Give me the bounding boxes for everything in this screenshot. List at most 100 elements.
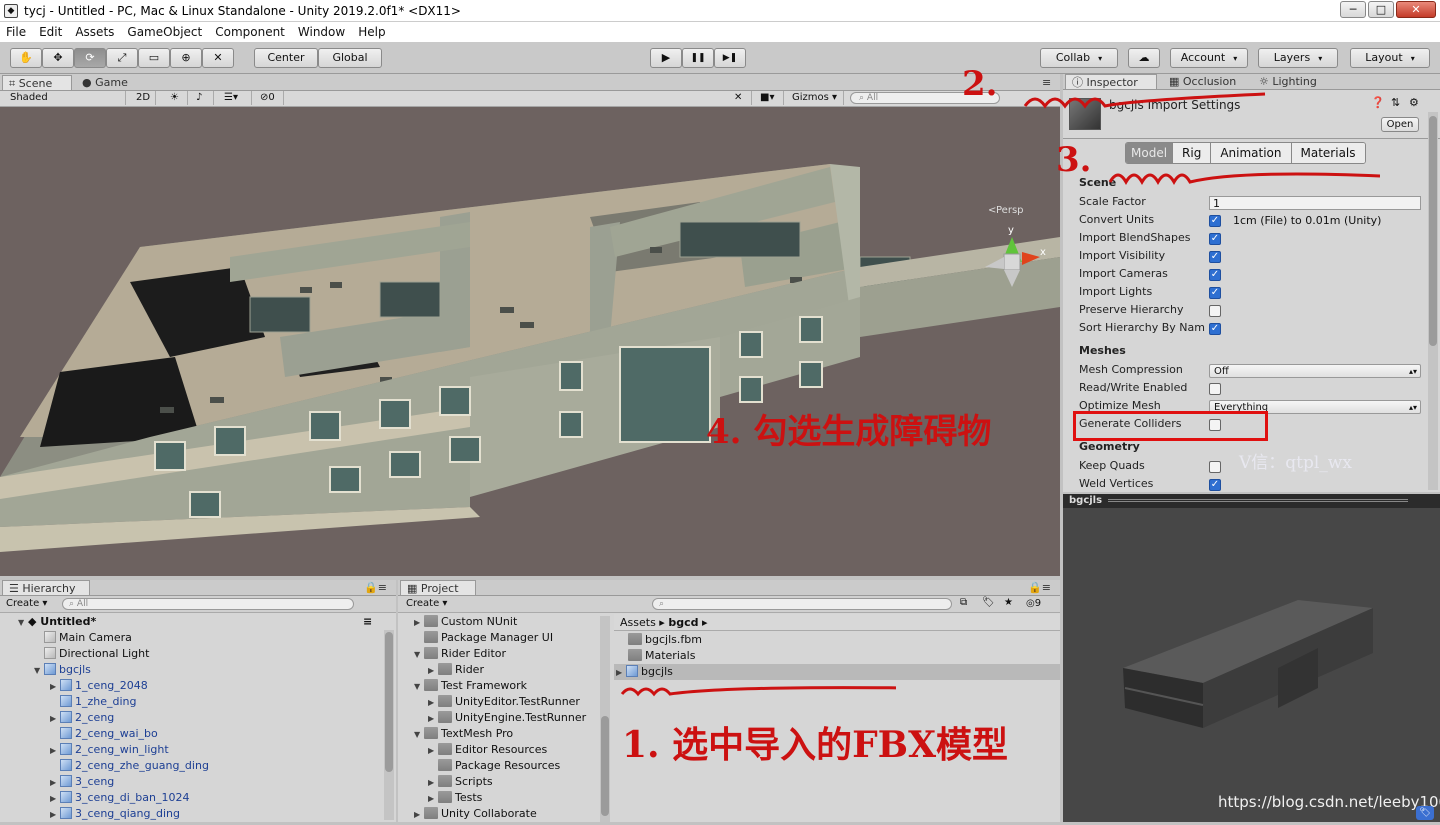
hierarchy-item[interactable]: ▶ 2_ceng [50, 710, 114, 726]
project-folder-item[interactable]: ▶ UnityEditor.TestRunner [428, 694, 580, 710]
gizmos-dropdown[interactable]: Gizmos ▾ [788, 91, 844, 105]
project-folder-item[interactable]: Package Resources [428, 758, 560, 774]
breadcrumb-assets[interactable]: Assets [620, 616, 656, 629]
effects-dropdown-icon[interactable]: ☰▾ [220, 91, 252, 105]
folder-expand-arrow-icon[interactable]: ▶ [428, 711, 438, 727]
hierarchy-item[interactable]: Directional Light [34, 646, 149, 662]
expand-arrow-icon[interactable]: ▶ [50, 743, 60, 759]
transform-tool-icon[interactable]: ⊕ [170, 48, 202, 68]
rect-tool-icon[interactable]: ▭ [138, 48, 170, 68]
menu-assets[interactable]: Assets [75, 25, 114, 39]
project-folder-item[interactable]: ▶ Rider [428, 662, 484, 678]
folder-expand-arrow-icon[interactable]: ▶ [428, 791, 438, 807]
project-folder-item[interactable]: Package Manager UI [414, 630, 553, 646]
import-blendshapes-checkbox[interactable]: ✓ [1209, 233, 1221, 245]
subtab-rig[interactable]: Rig [1173, 143, 1212, 163]
settings-gear-icon[interactable]: ⚙ [1409, 96, 1419, 109]
preset-icon[interactable]: ⇅ [1391, 96, 1400, 109]
camera-settings-icon[interactable]: ■▾ [756, 91, 784, 105]
rotate-tool-icon[interactable]: ⟳ [74, 48, 106, 68]
hierarchy-item[interactable]: ▶ 3_ceng [50, 774, 114, 790]
hidden-packages-count[interactable]: ◎9 [1026, 598, 1041, 609]
tab-hierarchy[interactable]: ☰ Hierarchy [2, 580, 90, 595]
breadcrumb-bgcd[interactable]: bgcd [668, 616, 698, 629]
play-button[interactable]: ▶ [650, 48, 682, 68]
hidden-objects-count[interactable]: ⊘0 [256, 91, 284, 105]
layers-dropdown[interactable]: Layers [1258, 48, 1338, 68]
help-icon[interactable]: ❓ [1371, 96, 1385, 109]
weld-vertices-checkbox[interactable]: ✓ [1209, 479, 1221, 491]
tab-occlusion[interactable]: ▦ Occlusion [1163, 74, 1242, 89]
sort-hierarchy-checkbox[interactable]: ✓ [1209, 323, 1221, 335]
scene-root[interactable]: ▼ ◆ Untitled* ≡ [18, 614, 372, 630]
expand-arrow-icon[interactable]: ▶ [616, 665, 626, 681]
project-file-item[interactable]: ▶ bgcjls [614, 664, 1060, 680]
asset-label-icon[interactable]: 🏷 [1416, 806, 1434, 820]
menu-help[interactable]: Help [358, 25, 385, 39]
hierarchy-item[interactable]: ▶ 2_ceng_win_light [50, 742, 169, 758]
subtab-animation[interactable]: Animation [1211, 143, 1292, 163]
hierarchy-item[interactable]: ▶ 3_ceng_di_ban_1024 [50, 790, 190, 806]
import-lights-checkbox[interactable]: ✓ [1209, 287, 1221, 299]
folder-expand-arrow-icon[interactable]: ▶ [428, 743, 438, 759]
project-folder-item[interactable]: ▶ Editor Resources [428, 742, 547, 758]
project-folder-item[interactable]: ▼ TextMesh Pro [414, 726, 513, 742]
filter-type-icon[interactable]: ⧉ [960, 597, 967, 608]
expand-arrow-icon[interactable]: ▶ [50, 679, 60, 695]
expand-arrow-icon[interactable]: ▶ [50, 775, 60, 791]
panel-menu-icon[interactable]: ≡ [1036, 75, 1057, 90]
folder-expand-arrow-icon[interactable]: ▶ [428, 695, 438, 711]
project-folder-item[interactable]: ▼ Rider Editor [414, 646, 506, 662]
import-cameras-checkbox[interactable]: ✓ [1209, 269, 1221, 281]
expand-arrow-icon[interactable]: ▶ [50, 791, 60, 807]
project-file-item[interactable]: bgcjls.fbm [614, 632, 1060, 648]
hierarchy-create-dropdown[interactable]: Create ▾ [6, 598, 47, 609]
cloud-icon[interactable]: ☁ [1128, 48, 1160, 68]
project-create-dropdown[interactable]: Create ▾ [406, 598, 447, 609]
subtab-materials[interactable]: Materials [1291, 143, 1365, 163]
hierarchy-item[interactable]: 1_zhe_ding [50, 694, 137, 710]
project-folder-item[interactable]: ▶ UnityEngine.TestRunner [428, 710, 586, 726]
menu-component[interactable]: Component [215, 25, 285, 39]
read-write-checkbox[interactable] [1209, 383, 1221, 395]
minimize-button[interactable]: ─ [1340, 1, 1366, 18]
collab-dropdown[interactable]: Collab [1040, 48, 1118, 68]
maximize-button[interactable]: □ [1368, 1, 1394, 18]
tab-scene[interactable]: ⌗ Scene [2, 75, 72, 90]
model-preview[interactable] [1063, 508, 1440, 822]
hand-tool-icon[interactable]: ✋ [10, 48, 42, 68]
close-button[interactable]: ✕ [1396, 1, 1436, 18]
hierarchy-item[interactable]: 2_ceng_zhe_guang_ding [50, 758, 209, 774]
expand-arrow-icon[interactable]: ▶ [50, 807, 60, 823]
hierarchy-item[interactable]: ▶ 1_ceng_2048 [50, 678, 148, 694]
folder-expand-arrow-icon[interactable]: ▶ [428, 775, 438, 791]
project-folder-item[interactable]: ▶ Unity Collaborate [414, 806, 537, 822]
lighting-toggle-icon[interactable]: ☀ [166, 91, 188, 105]
scale-factor-field[interactable]: 1 [1209, 196, 1421, 210]
toggle-2d-button[interactable]: 2D [132, 91, 156, 105]
folder-expand-arrow-icon[interactable]: ▶ [428, 663, 438, 679]
folder-expand-arrow-icon[interactable]: ▼ [414, 647, 424, 663]
menu-edit[interactable]: Edit [39, 25, 62, 39]
inspector-scrollbar[interactable] [1428, 112, 1438, 490]
project-folder-item[interactable]: ▼ Test Framework [414, 678, 527, 694]
scale-tool-icon[interactable]: ⤢ [106, 48, 138, 68]
project-search-input[interactable]: ⌕ [652, 598, 952, 610]
menu-gameobject[interactable]: GameObject [127, 25, 202, 39]
folder-expand-arrow-icon[interactable]: ▶ [414, 615, 424, 631]
convert-units-checkbox[interactable]: ✓ [1209, 215, 1221, 227]
menu-window[interactable]: Window [298, 25, 345, 39]
scene-view[interactable]: y x < Persp [0, 107, 1060, 576]
account-dropdown[interactable]: Account [1170, 48, 1248, 68]
hierarchy-item[interactable]: ▶ 3_ceng_qiang_ding [50, 806, 180, 822]
pause-button[interactable]: ❚❚ [682, 48, 714, 68]
favorite-star-icon[interactable]: ★ [1004, 597, 1013, 608]
layout-dropdown[interactable]: Layout [1350, 48, 1430, 68]
import-visibility-checkbox[interactable]: ✓ [1209, 251, 1221, 263]
project-lock-icon[interactable]: 🔒≡ [1022, 580, 1057, 595]
keep-quads-checkbox[interactable] [1209, 461, 1221, 473]
hierarchy-scrollbar[interactable] [384, 630, 394, 820]
pivot-global-button[interactable]: Global [318, 48, 382, 68]
folder-expand-arrow-icon[interactable]: ▼ [414, 727, 424, 743]
menu-file[interactable]: File [6, 25, 26, 39]
